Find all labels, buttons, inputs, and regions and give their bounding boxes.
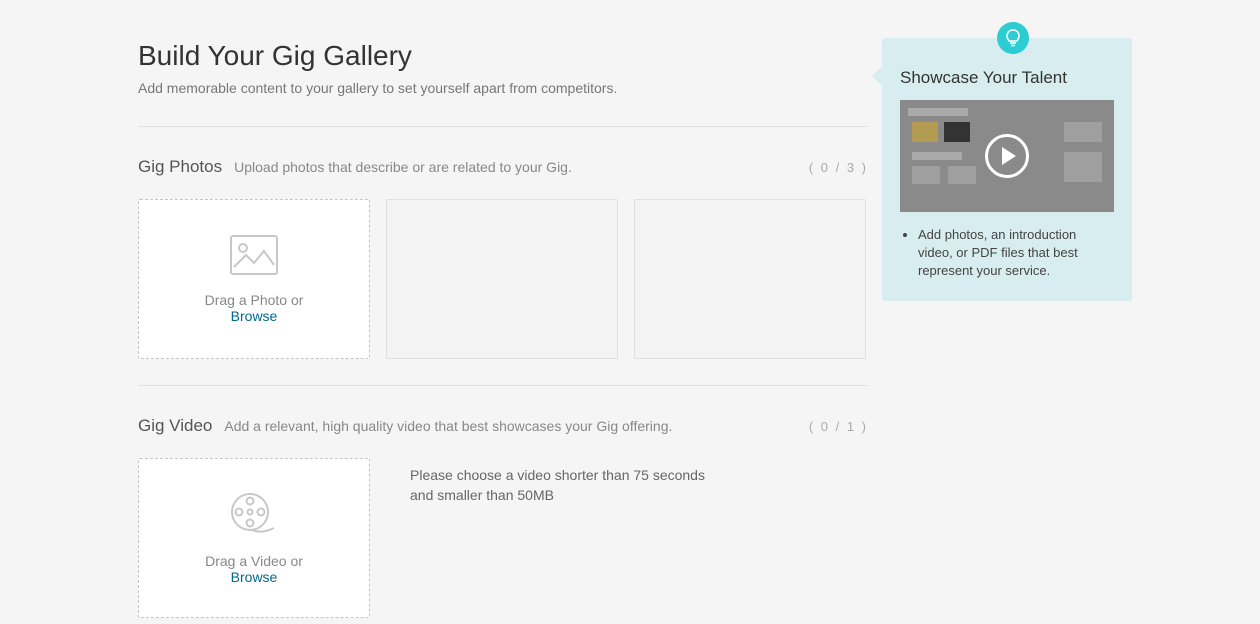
gig-photos-title: Gig Photos	[138, 157, 222, 177]
page-subtitle: Add memorable content to your gallery to…	[138, 80, 868, 96]
tip-title: Showcase Your Talent	[900, 68, 1114, 88]
gig-video-desc: Add a relevant, high quality video that …	[224, 418, 808, 434]
play-icon	[985, 134, 1029, 178]
gig-video-count: ( 0 / 1 )	[809, 419, 868, 434]
sidebar: Showcase Your Talent Add photos, an	[882, 26, 1132, 624]
image-icon	[230, 235, 278, 280]
divider	[138, 385, 868, 386]
tip-list: Add photos, an introduction video, or PD…	[900, 226, 1114, 281]
video-drag-text: Drag a Video or	[205, 553, 303, 569]
photo-upload-slot-3[interactable]	[634, 199, 866, 359]
tip-list-item: Add photos, an introduction video, or PD…	[918, 226, 1114, 281]
tip-video-thumbnail[interactable]	[900, 100, 1114, 212]
photo-browse-link[interactable]: Browse	[231, 308, 278, 324]
tip-box: Showcase Your Talent Add photos, an	[882, 38, 1132, 301]
divider	[138, 126, 868, 127]
gig-photos-section: Gig Photos Upload photos that describe o…	[138, 157, 868, 359]
gig-video-section: Gig Video Add a relevant, high quality v…	[138, 416, 868, 618]
lightbulb-icon	[997, 22, 1029, 54]
photo-upload-slot-2[interactable]	[386, 199, 618, 359]
gig-photos-count: ( 0 / 3 )	[809, 160, 868, 175]
gig-photos-desc: Upload photos that describe or are relat…	[234, 159, 809, 175]
video-hint: Please choose a video shorter than 75 se…	[410, 458, 710, 618]
film-reel-icon	[230, 492, 278, 541]
photo-upload-slot-1[interactable]: Drag a Photo or Browse	[138, 199, 370, 359]
photo-drag-text: Drag a Photo or	[205, 292, 304, 308]
video-browse-link[interactable]: Browse	[231, 569, 278, 585]
video-upload-slot[interactable]: Drag a Video or Browse	[138, 458, 370, 618]
page-title: Build Your Gig Gallery	[138, 40, 868, 72]
gig-video-title: Gig Video	[138, 416, 212, 436]
main-content: Build Your Gig Gallery Add memorable con…	[138, 40, 868, 624]
